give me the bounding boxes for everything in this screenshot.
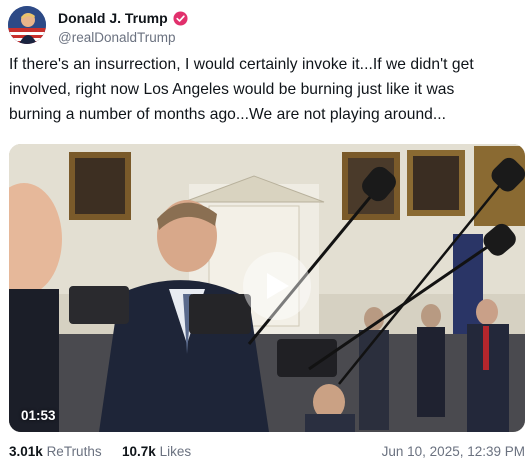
post-text-line: involved, right now Los Angeles would be…	[9, 81, 455, 98]
play-icon	[267, 273, 289, 299]
video-duration: 01:53	[21, 408, 56, 423]
post-header: Donald J. Trump @realDonaldTrump	[8, 6, 524, 46]
post-stats: 3.01k ReTruths 10.7k Likes Jun 10, 2025,…	[9, 444, 525, 462]
author-display-name[interactable]: Donald J. Trump	[58, 10, 168, 26]
post-text-line: If there's an insurrection, I would cert…	[9, 56, 474, 73]
post-text: If there's an insurrection, I would cert…	[9, 52, 525, 127]
author-handle[interactable]: @realDonaldTrump	[58, 30, 176, 45]
retruths-count[interactable]: 3.01k ReTruths	[9, 444, 102, 459]
retruths-number: 3.01k	[9, 444, 43, 459]
video-player[interactable]: 01:53	[9, 144, 525, 432]
likes-label: Likes	[159, 444, 192, 459]
play-button[interactable]	[243, 252, 311, 320]
post-card: Donald J. Trump @realDonaldTrump If ther…	[0, 0, 532, 468]
likes-number: 10.7k	[122, 444, 156, 459]
avatar[interactable]	[8, 6, 46, 44]
post-timestamp[interactable]: Jun 10, 2025, 12:39 PM	[382, 444, 525, 459]
verified-badge-icon	[173, 10, 188, 26]
post-text-line: burning a number of months ago...We are …	[9, 106, 447, 123]
likes-count[interactable]: 10.7k Likes	[122, 444, 191, 459]
retruths-label: ReTruths	[46, 444, 102, 459]
